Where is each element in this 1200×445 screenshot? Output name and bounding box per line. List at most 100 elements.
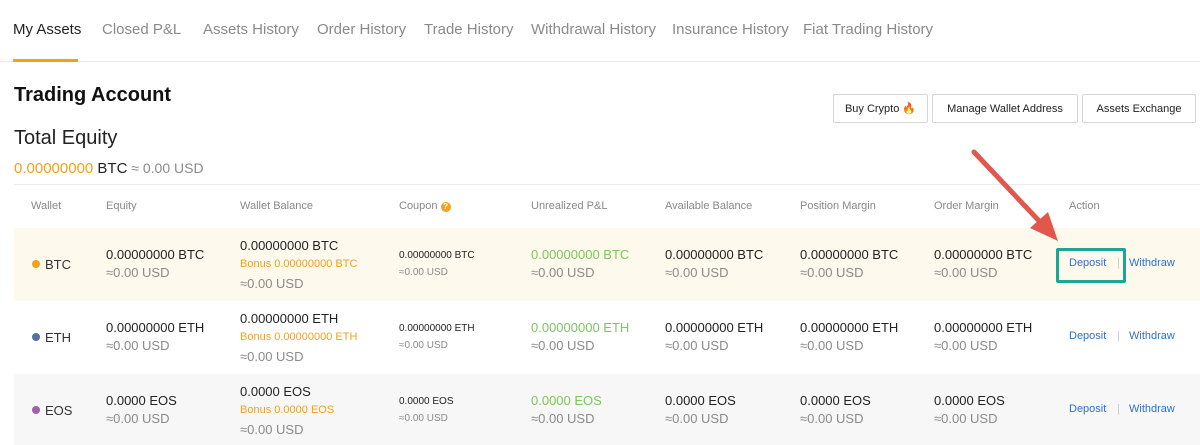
available-balance-value: 0.00000000 ETH bbox=[665, 320, 764, 335]
order-margin-cell: 0.00000000 ETH ≈0.00 USD bbox=[934, 319, 1032, 355]
unrealized-pnl-usd: ≈0.00 USD bbox=[531, 411, 595, 426]
buy-crypto-button[interactable]: Buy Crypto 🔥 bbox=[833, 94, 928, 123]
wallet-balance-cell: 0.0000 EOS Bonus 0.0000 EOS ≈0.00 USD bbox=[240, 382, 334, 439]
deposit-button[interactable]: Deposit bbox=[1069, 257, 1106, 269]
position-margin-cell: 0.00000000 ETH ≈0.00 USD bbox=[800, 319, 898, 355]
tab-insurance-history[interactable]: Insurance History bbox=[672, 21, 789, 38]
coupon-usd: ≈0.00 USD bbox=[399, 340, 448, 351]
order-margin-usd: ≈0.00 USD bbox=[934, 338, 998, 353]
equity-value: 0.00000000 ETH bbox=[106, 320, 205, 335]
coin-name: BTC bbox=[45, 257, 71, 272]
coupon-value: 0.0000 EOS bbox=[399, 396, 454, 407]
header-coupon: Coupon? bbox=[399, 200, 451, 212]
deposit-button[interactable]: Deposit bbox=[1069, 330, 1106, 342]
position-margin-usd: ≈0.00 USD bbox=[800, 265, 864, 280]
available-balance-usd: ≈0.00 USD bbox=[665, 411, 729, 426]
equity-usd: ≈0.00 USD bbox=[106, 411, 170, 426]
header-unrealized-pnl: Unrealized P&L bbox=[531, 200, 608, 212]
wallet-balance-cell: 0.00000000 ETH Bonus 0.00000000 ETH ≈0.00 … bbox=[240, 309, 357, 366]
position-margin-usd: ≈0.00 USD bbox=[800, 411, 864, 426]
header-action: Action bbox=[1069, 200, 1100, 212]
coin-dot bbox=[32, 406, 40, 414]
bonus-value: Bonus 0.0000 EOS bbox=[240, 404, 335, 416]
total-equity-label: Total Equity bbox=[14, 127, 118, 149]
available-balance-usd: ≈0.00 USD bbox=[665, 338, 729, 353]
equity-usd: ≈0.00 USD bbox=[106, 338, 170, 353]
position-margin-cell: 0.0000 EOS ≈0.00 USD bbox=[800, 392, 871, 428]
coupon-cell: 0.0000 EOS ≈0.00 USD bbox=[399, 393, 453, 427]
tab-bar: My Assets Closed P&L Assets History Orde… bbox=[0, 0, 1200, 62]
order-margin-cell: 0.00000000 BTC ≈0.00 USD bbox=[934, 246, 1032, 282]
table-row: BTC 0.00000000 BTC ≈0.00 USD 0.00000000 B… bbox=[14, 228, 1200, 301]
equity-usd-amount: ≈ 0.00 USD bbox=[127, 160, 204, 176]
coin-name: ETH bbox=[45, 330, 71, 345]
equity-btc-amount: 0.00000000 bbox=[14, 160, 94, 177]
order-margin-value: 0.00000000 ETH bbox=[934, 320, 1033, 335]
wallet-balance-value: 0.0000 EOS bbox=[240, 384, 311, 399]
header-wallet: Wallet bbox=[31, 200, 62, 212]
action-separator: | bbox=[1117, 330, 1120, 342]
manage-wallet-address-button[interactable]: Manage Wallet Address bbox=[932, 94, 1078, 123]
withdraw-button[interactable]: Withdraw bbox=[1129, 330, 1175, 342]
fire-icon: 🔥 bbox=[902, 103, 917, 115]
withdraw-button[interactable]: Withdraw bbox=[1129, 403, 1175, 415]
tab-order-history[interactable]: Order History bbox=[317, 21, 406, 38]
position-margin-value: 0.00000000 ETH bbox=[800, 320, 899, 335]
assets-exchange-button[interactable]: Assets Exchange bbox=[1082, 94, 1196, 123]
tab-fiat-trading-history[interactable]: Fiat Trading History bbox=[803, 21, 933, 38]
header-available-balance: Available Balance bbox=[665, 200, 753, 212]
coupon-cell: 0.00000000 ETH ≈0.00 USD bbox=[399, 320, 475, 354]
table-row: EOS 0.0000 EOS ≈0.00 USD 0.0000 EOS Bonus … bbox=[14, 374, 1200, 445]
order-margin-cell: 0.0000 EOS ≈0.00 USD bbox=[934, 392, 1005, 428]
coupon-usd: ≈0.00 USD bbox=[399, 267, 448, 278]
header-wallet-balance: Wallet Balance bbox=[240, 200, 313, 212]
unrealized-pnl-value: 0.0000 EOS bbox=[531, 393, 602, 408]
tab-trade-history[interactable]: Trade History bbox=[424, 21, 513, 38]
available-balance-usd: ≈0.00 USD bbox=[665, 265, 729, 280]
total-equity-value: 0.00000000 BTC ≈ 0.00 USD bbox=[14, 160, 204, 177]
unrealized-pnl-usd: ≈0.00 USD bbox=[531, 265, 595, 280]
unrealized-pnl-cell: 0.00000000 BTC ≈0.00 USD bbox=[531, 246, 629, 282]
wallet-balance-cell: 0.00000000 BTC Bonus 0.00000000 BTC ≈0.00 … bbox=[240, 236, 357, 293]
bonus-value: Bonus 0.00000000 ETH bbox=[240, 331, 358, 343]
tab-assets-history[interactable]: Assets History bbox=[203, 21, 299, 38]
unrealized-pnl-usd: ≈0.00 USD bbox=[531, 338, 595, 353]
wallet-cell: BTC bbox=[32, 257, 71, 272]
equity-value: 0.0000 EOS bbox=[106, 393, 177, 408]
table-header: Wallet Equity Wallet Balance Coupon? Unr… bbox=[14, 186, 1200, 228]
equity-cell: 0.00000000 ETH ≈0.00 USD bbox=[106, 319, 204, 355]
available-balance-cell: 0.00000000 ETH ≈0.00 USD bbox=[665, 319, 763, 355]
position-margin-value: 0.0000 EOS bbox=[800, 393, 871, 408]
available-balance-cell: 0.00000000 BTC ≈0.00 USD bbox=[665, 246, 763, 282]
equity-cell: 0.00000000 BTC ≈0.00 USD bbox=[106, 246, 204, 282]
bonus-value: Bonus 0.00000000 BTC bbox=[240, 258, 358, 270]
coin-name: EOS bbox=[45, 403, 73, 418]
equity-usd: ≈0.00 USD bbox=[106, 265, 170, 280]
active-tab-indicator bbox=[13, 59, 78, 62]
tab-withdrawal-history[interactable]: Withdrawal History bbox=[531, 21, 656, 38]
coupon-cell: 0.00000000 BTC ≈0.00 USD bbox=[399, 247, 475, 281]
tab-my-assets[interactable]: My Assets bbox=[13, 21, 81, 38]
unrealized-pnl-cell: 0.0000 EOS ≈0.00 USD bbox=[531, 392, 602, 428]
available-balance-cell: 0.0000 EOS ≈0.00 USD bbox=[665, 392, 736, 428]
section-divider bbox=[14, 184, 1200, 185]
header-order-margin: Order Margin bbox=[934, 200, 999, 212]
order-margin-usd: ≈0.00 USD bbox=[934, 265, 998, 280]
available-balance-value: 0.0000 EOS bbox=[665, 393, 736, 408]
order-margin-value: 0.00000000 BTC bbox=[934, 247, 1033, 262]
tab-closed-pnl[interactable]: Closed P&L bbox=[102, 21, 181, 38]
position-margin-usd: ≈0.00 USD bbox=[800, 338, 864, 353]
unrealized-pnl-value: 0.00000000 BTC bbox=[531, 247, 630, 262]
coupon-usd: ≈0.00 USD bbox=[399, 413, 448, 424]
wallet-balance-usd: ≈0.00 USD bbox=[240, 276, 304, 291]
header-coupon-label: Coupon bbox=[399, 200, 438, 212]
wallet-balance-usd: ≈0.00 USD bbox=[240, 349, 304, 364]
question-icon[interactable]: ? bbox=[440, 202, 451, 212]
wallet-balance-usd: ≈0.00 USD bbox=[240, 422, 304, 437]
deposit-button[interactable]: Deposit bbox=[1069, 403, 1106, 415]
coin-dot bbox=[32, 260, 40, 268]
available-balance-value: 0.00000000 BTC bbox=[665, 247, 764, 262]
table-row: ETH 0.00000000 ETH ≈0.00 USD 0.00000000 E… bbox=[14, 301, 1200, 374]
position-margin-value: 0.00000000 BTC bbox=[800, 247, 899, 262]
withdraw-button[interactable]: Withdraw bbox=[1129, 257, 1175, 269]
